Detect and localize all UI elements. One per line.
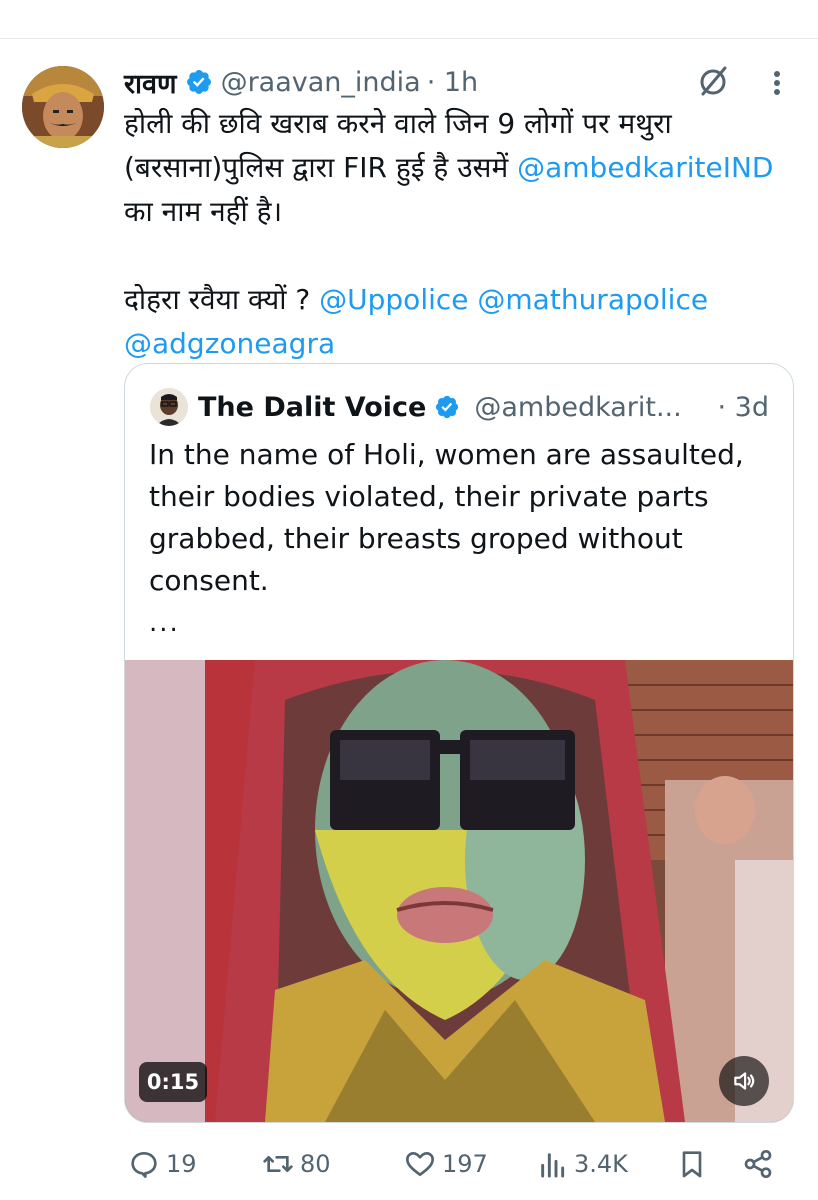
author-avatar[interactable] bbox=[22, 66, 104, 148]
author-name[interactable]: रावण bbox=[124, 64, 177, 101]
like-button[interactable]: 197 bbox=[404, 1140, 488, 1188]
quoted-header: The Dalit Voice @ambedkarit... bbox=[198, 386, 682, 428]
video-media[interactable]: 0:15 bbox=[125, 660, 793, 1122]
quoted-ellipsis: ... bbox=[149, 608, 180, 638]
views-icon bbox=[541, 1153, 565, 1178]
views-count: 3.4K bbox=[574, 1150, 628, 1178]
author-handle[interactable]: @raavan_india bbox=[221, 67, 421, 98]
quoted-text: In the name of Holi, women are assaulted… bbox=[149, 438, 744, 597]
mention-link[interactable]: @adgzoneagra bbox=[124, 327, 335, 360]
mention-link[interactable]: @mathurapolice bbox=[477, 283, 708, 316]
action-bar: 19 80 197 3.4K bbox=[0, 1140, 818, 1188]
reply-count: 19 bbox=[166, 1150, 197, 1178]
share-button[interactable] bbox=[742, 1140, 780, 1188]
quoted-time[interactable]: · 3d bbox=[718, 386, 769, 428]
verified-badge-icon bbox=[186, 70, 211, 94]
top-divider bbox=[0, 38, 818, 39]
like-count: 197 bbox=[442, 1150, 488, 1178]
mention-link[interactable]: @Uppolice bbox=[319, 283, 468, 316]
video-thumbnail bbox=[125, 660, 793, 1122]
video-duration: 0:15 bbox=[139, 1062, 207, 1102]
like-icon bbox=[406, 1152, 434, 1176]
verified-badge-icon bbox=[436, 395, 459, 419]
grok-icon[interactable] bbox=[697, 64, 731, 98]
repost-icon bbox=[263, 1156, 293, 1172]
reply-icon bbox=[131, 1152, 157, 1178]
share-icon bbox=[744, 1150, 772, 1178]
repost-count: 80 bbox=[300, 1150, 331, 1178]
quoted-author-handle[interactable]: @ambedkarit... bbox=[474, 392, 681, 423]
quoted-author-name[interactable]: The Dalit Voice bbox=[198, 392, 426, 423]
bookmark-icon bbox=[682, 1151, 702, 1178]
bookmark-button[interactable] bbox=[676, 1140, 714, 1188]
quoted-author-avatar[interactable] bbox=[150, 388, 188, 426]
quoted-tweet[interactable]: The Dalit Voice @ambedkarit... · 3d In t… bbox=[124, 363, 794, 1123]
tweet-time[interactable]: · 1h bbox=[427, 67, 478, 98]
mention-link[interactable]: @ambedkariteIND bbox=[517, 151, 773, 184]
volume-icon[interactable] bbox=[719, 1056, 769, 1106]
repost-button[interactable]: 80 bbox=[262, 1140, 331, 1188]
views-button[interactable]: 3.4K bbox=[536, 1140, 628, 1188]
tweet-header: रावण @raavan_india · 1h bbox=[124, 62, 478, 102]
reply-button[interactable]: 19 bbox=[128, 1140, 197, 1188]
more-icon[interactable] bbox=[770, 66, 784, 100]
tweet-text: होली की छवि खराब करने वाले जिन 9 लोगों प… bbox=[124, 107, 783, 360]
